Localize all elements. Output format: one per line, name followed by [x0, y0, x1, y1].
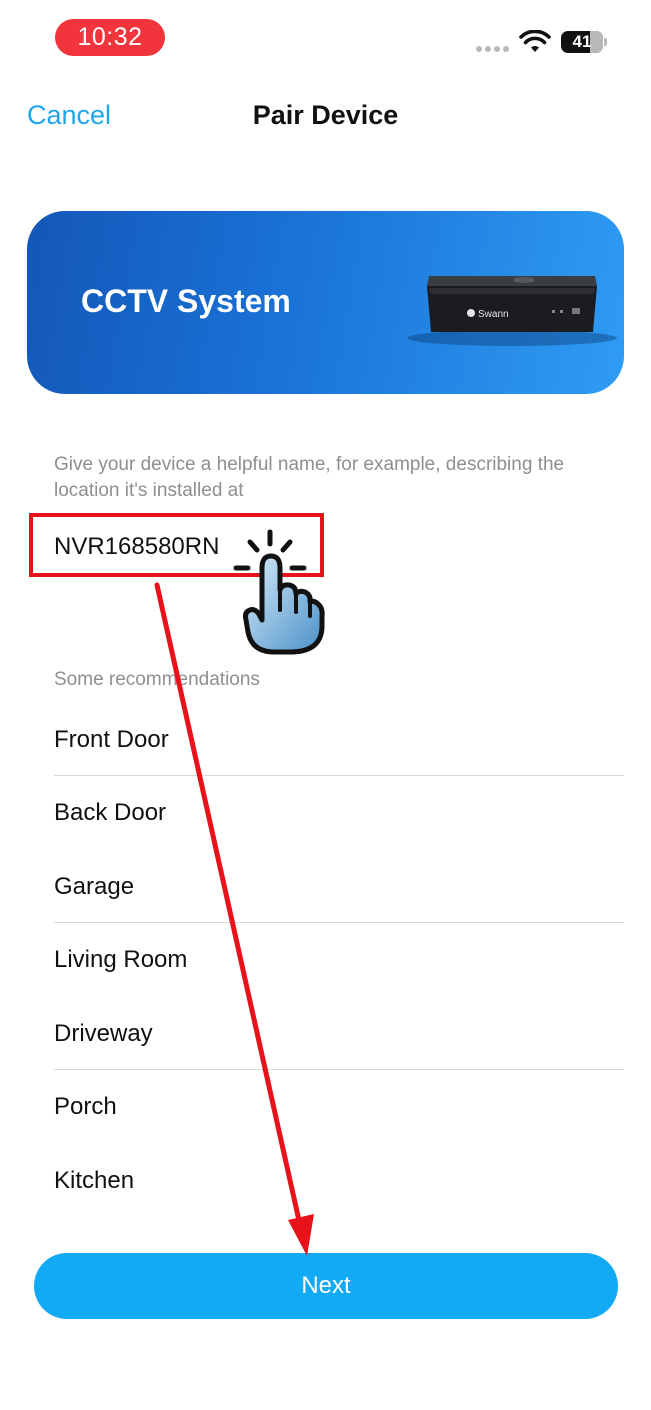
- nvr-device-image: Swann: [407, 276, 617, 346]
- divider: [54, 775, 624, 776]
- recommendation-item[interactable]: Front Door: [54, 726, 624, 754]
- banner-title: CCTV System: [81, 283, 291, 319]
- battery-tip: [604, 38, 607, 46]
- recommendation-item[interactable]: Garage: [54, 873, 624, 901]
- nav-bar: Cancel Pair Device: [0, 90, 651, 144]
- device-brand-text: Swann: [478, 309, 509, 320]
- status-bar: 10:32 41: [0, 0, 651, 80]
- battery-icon: 41: [561, 31, 603, 53]
- wifi-icon: [519, 30, 551, 52]
- next-button[interactable]: Next: [34, 1253, 618, 1319]
- recommendation-item[interactable]: Kitchen: [54, 1167, 624, 1195]
- status-time: 10:32: [55, 19, 165, 56]
- tap-hand-icon: [233, 529, 325, 655]
- recommendation-item[interactable]: Living Room: [54, 946, 624, 974]
- recommendation-item[interactable]: Back Door: [54, 799, 624, 827]
- recommendation-item[interactable]: Porch: [54, 1093, 624, 1121]
- divider: [54, 922, 624, 923]
- device-banner: CCTV System Swann: [27, 211, 624, 394]
- divider: [54, 1069, 624, 1070]
- page-title: Pair Device: [252, 100, 399, 130]
- recommendations-label: Some recommendations: [54, 669, 260, 690]
- recommendation-item[interactable]: Driveway: [54, 1020, 624, 1048]
- help-text: Give your device a helpful name, for exa…: [54, 454, 565, 501]
- signal-dots-icon: [476, 46, 509, 52]
